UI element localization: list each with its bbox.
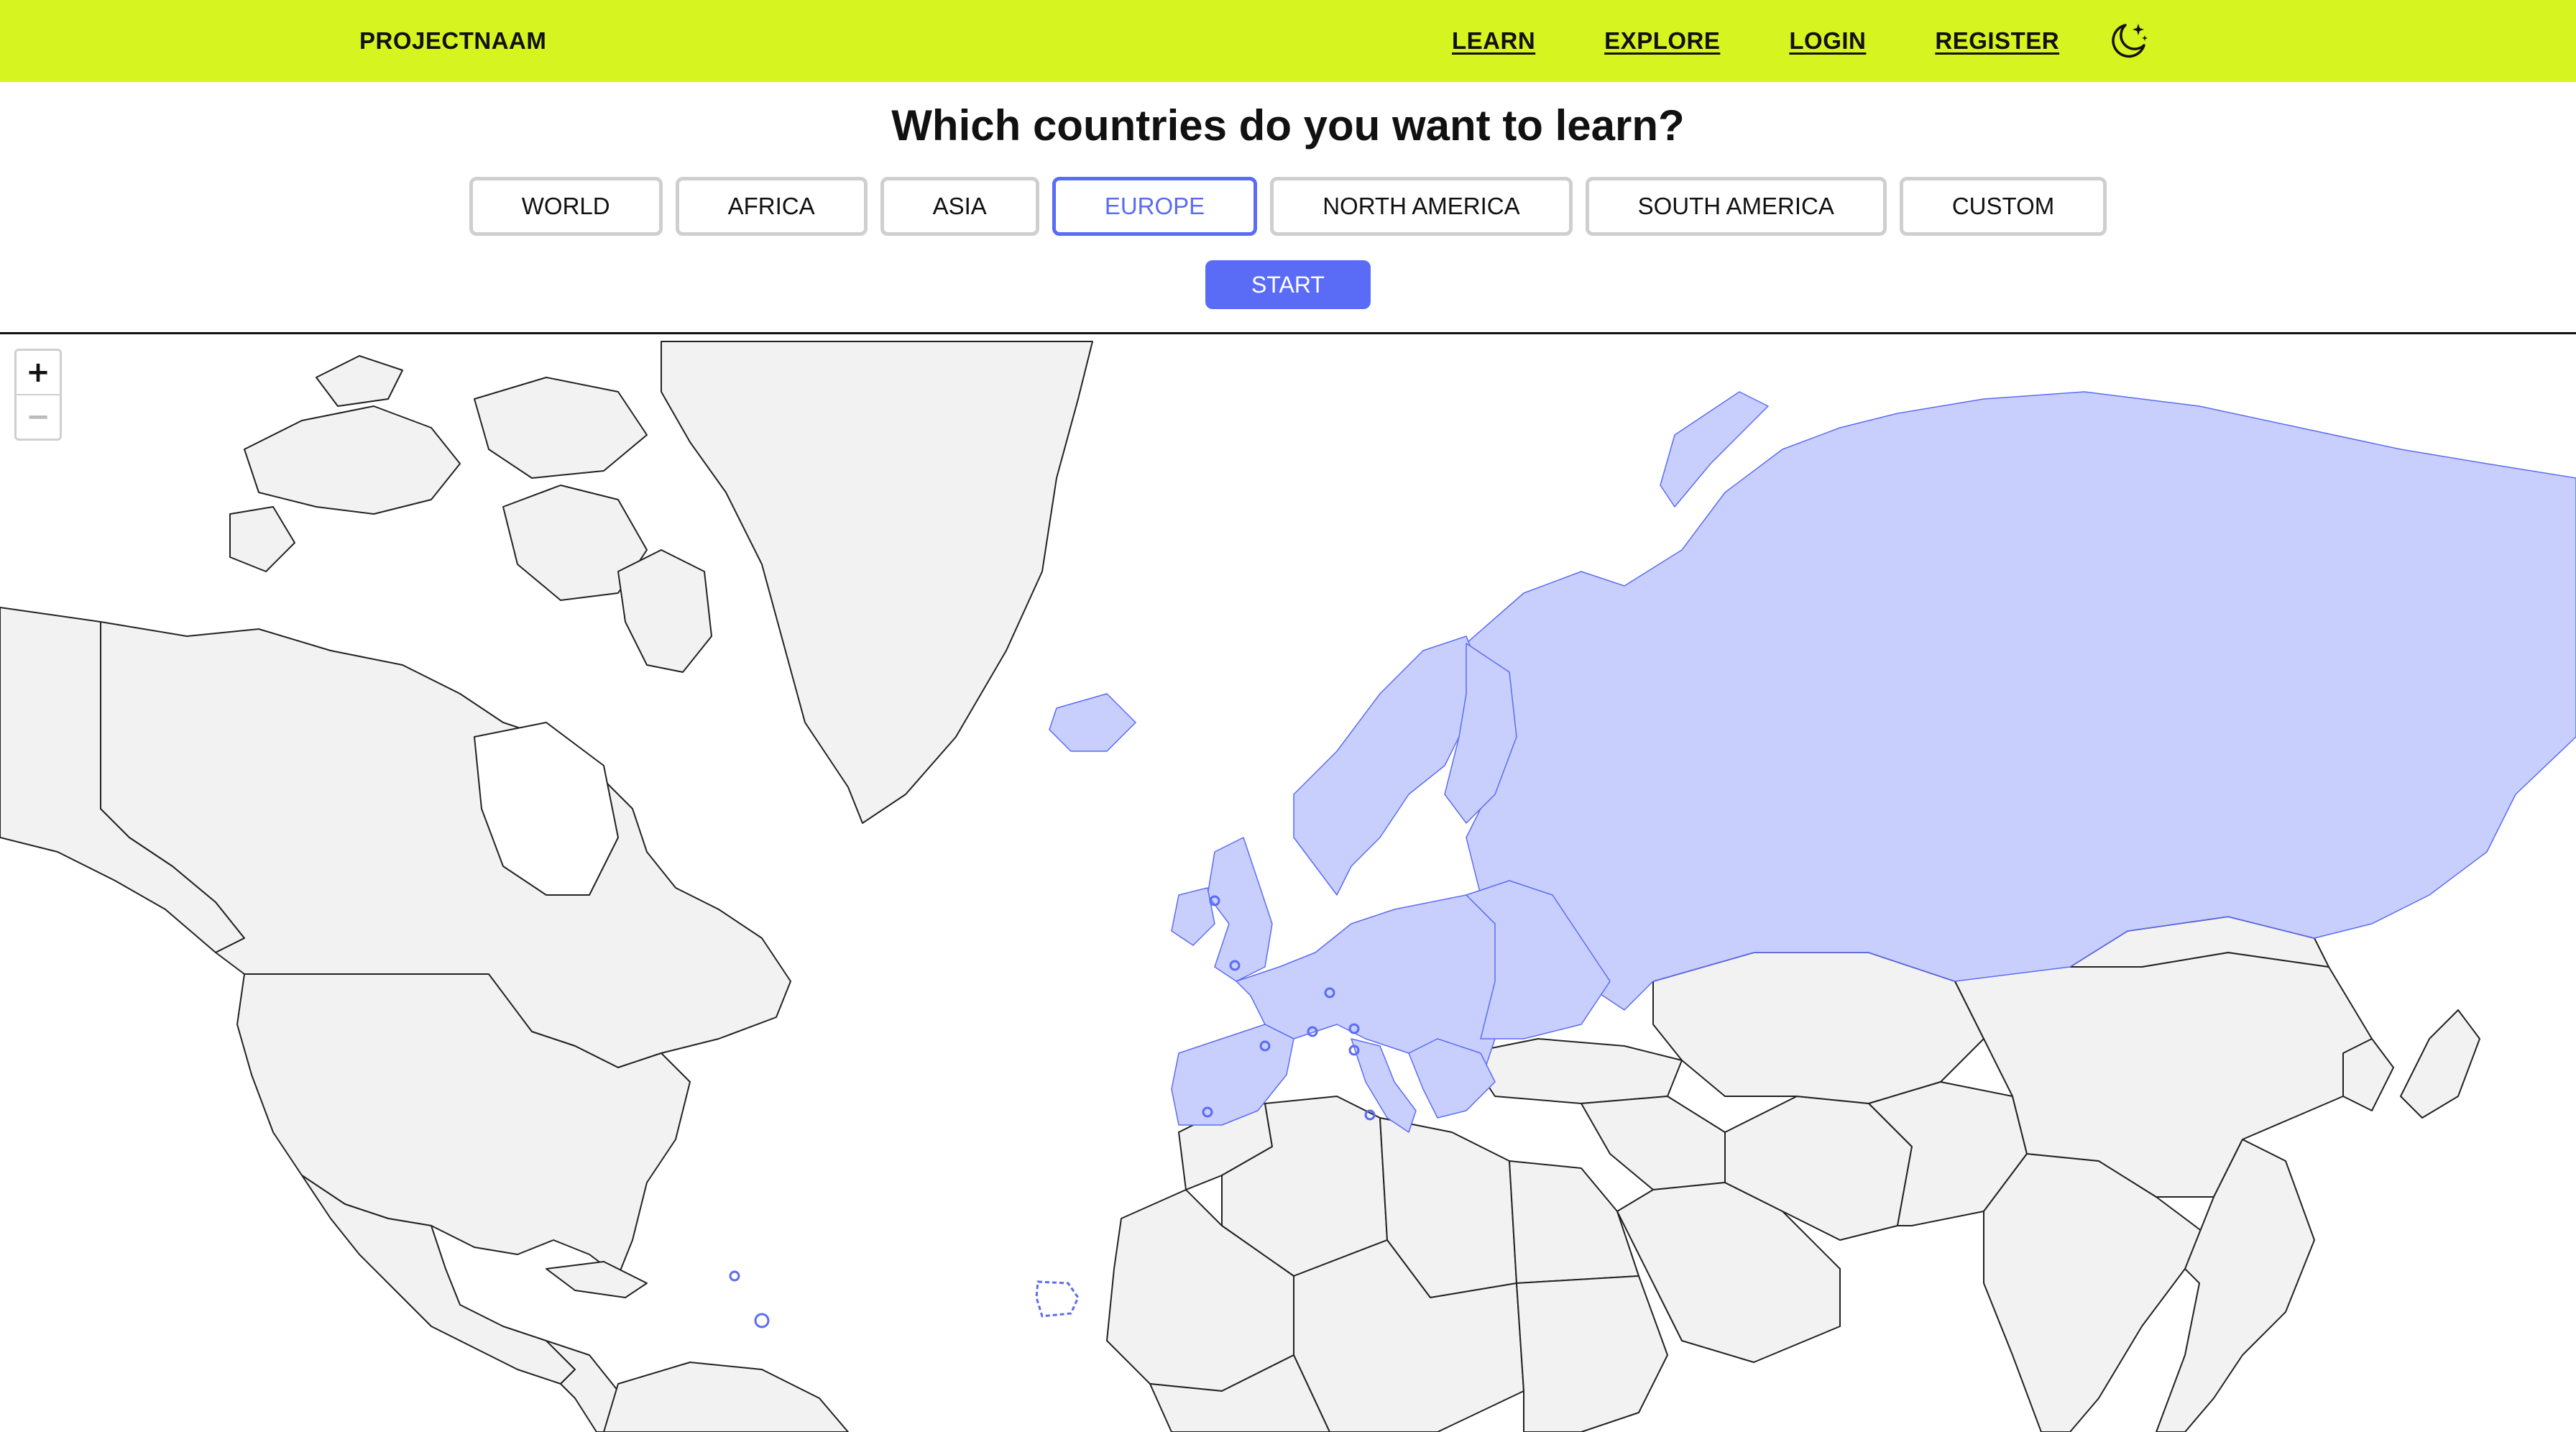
country-ireland[interactable] (1171, 887, 1215, 946)
marker-azores[interactable] (1035, 1280, 1080, 1318)
country-cuba[interactable] (546, 1261, 648, 1298)
country-canada-arctic-5[interactable] (316, 355, 403, 407)
country-canada-arctic-2[interactable] (474, 377, 648, 479)
world-map[interactable] (0, 334, 2576, 1432)
theme-toggle-button[interactable] (2106, 19, 2150, 63)
country-syria-iraq[interactable] (1581, 1096, 1726, 1190)
main-nav: LEARN EXPLORE LOGIN REGISTER (1452, 0, 2059, 82)
country-canada-arctic-6[interactable] (229, 506, 295, 572)
page-title: Which countries do you want to learn? (891, 101, 1685, 150)
brand-logo[interactable]: PROJECTNAAM (359, 0, 546, 82)
region-north-america-button[interactable]: NORTH AMERICA (1270, 177, 1573, 236)
start-button[interactable]: START (1205, 260, 1371, 309)
country-turkey[interactable] (1466, 1038, 1683, 1104)
zoom-out-button[interactable]: − (17, 395, 60, 439)
zoom-in-button[interactable]: + (17, 351, 60, 395)
country-egypt[interactable] (1509, 1160, 1639, 1284)
region-europe-button[interactable]: EUROPE (1052, 177, 1258, 236)
region-selector: WORLD AFRICA ASIA EUROPE NORTH AMERICA S… (0, 177, 2576, 236)
country-canada-arctic-4[interactable] (617, 549, 712, 673)
region-asia-button[interactable]: ASIA (880, 177, 1039, 236)
country-iceland[interactable] (1049, 693, 1136, 752)
moon-stars-icon (2112, 24, 2148, 58)
nav-register-link[interactable]: REGISTER (1935, 27, 2059, 55)
country-greenland[interactable] (661, 341, 1093, 824)
top-navbar: PROJECTNAAM LEARN EXPLORE LOGIN REGISTER (0, 0, 2576, 82)
zoom-control: + − (14, 349, 62, 441)
country-central-asia[interactable] (1652, 952, 1984, 1104)
marker-caribbean[interactable] (729, 1270, 740, 1282)
country-sudan[interactable] (1516, 1275, 1668, 1432)
marker-barbados[interactable] (754, 1313, 770, 1328)
country-russia[interactable] (1451, 391, 2576, 1011)
country-japan[interactable] (2400, 1009, 2480, 1119)
map-canvas[interactable] (0, 334, 2576, 1432)
country-canada-arctic[interactable] (244, 405, 461, 515)
region-africa-button[interactable]: AFRICA (675, 177, 868, 236)
nav-login-link[interactable]: LOGIN (1789, 27, 1866, 55)
region-south-america-button[interactable]: SOUTH AMERICA (1585, 177, 1887, 236)
region-world-button[interactable]: WORLD (469, 177, 663, 236)
region-custom-button[interactable]: CUSTOM (1899, 177, 2107, 236)
country-uk[interactable] (1207, 837, 1273, 982)
nav-explore-link[interactable]: EXPLORE (1604, 27, 1720, 55)
country-korea[interactable] (2342, 1038, 2394, 1111)
country-south-america[interactable] (603, 1362, 849, 1432)
nav-learn-link[interactable]: LEARN (1452, 27, 1535, 55)
